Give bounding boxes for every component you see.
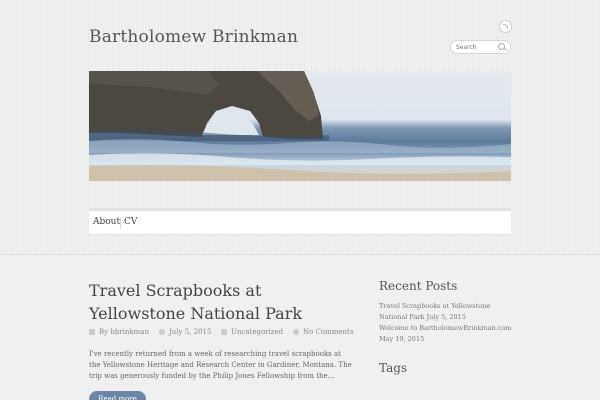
site-title[interactable]: Bartholomew Brinkman	[89, 27, 298, 47]
recent-post-date: May 19, 2015	[379, 334, 425, 343]
list-item: Travel Scrapbooks at Yellowstone Nationa…	[379, 301, 514, 322]
search-input[interactable]	[456, 42, 496, 52]
sea-arch-photo	[89, 71, 511, 181]
read-more-button[interactable]: Read more	[89, 391, 146, 400]
post-title[interactable]: Travel Scrapbooks at Yellowstone Nationa…	[89, 279, 354, 325]
search-box[interactable]	[450, 40, 511, 54]
category-link[interactable]: Uncategorized	[231, 328, 283, 336]
post-date: July 5, 2015	[159, 328, 211, 336]
post-excerpt: I've recently returned from a week of re…	[89, 350, 352, 380]
user-icon	[89, 329, 95, 335]
comments-link[interactable]: No Comments	[303, 328, 353, 336]
nav-item-cv[interactable]: CV	[124, 217, 137, 227]
post-author: By bbrinkman	[89, 328, 149, 336]
rss-icon[interactable]	[499, 20, 512, 33]
tags-title: Tags	[379, 361, 408, 375]
post-comments: No Comments	[293, 328, 353, 336]
header-image	[89, 71, 511, 181]
clock-icon	[159, 329, 165, 335]
post-meta: By bbrinkman July 5, 2015 Uncategorized …	[89, 327, 364, 339]
recent-post-date: July 5, 2015	[426, 312, 466, 321]
main-navigation: About CV	[89, 208, 511, 235]
recent-posts-list: Travel Scrapbooks at Yellowstone Nationa…	[379, 301, 514, 345]
nav-item-about[interactable]: About	[93, 217, 120, 227]
post-category: Uncategorized	[221, 328, 283, 336]
nav-separator	[120, 217, 121, 229]
author-link[interactable]: bbrinkman	[110, 328, 149, 336]
comment-icon	[293, 329, 299, 335]
date-link[interactable]: July 5, 2015	[169, 328, 211, 336]
author-prefix: By	[99, 328, 109, 336]
recent-posts-title: Recent Posts	[379, 279, 458, 293]
list-item: Welcome to BartholomewBrinkman.com May 1…	[379, 323, 514, 344]
search-icon[interactable]	[498, 43, 505, 50]
tag-icon	[221, 329, 227, 335]
recent-post-link[interactable]: Welcome to BartholomewBrinkman.com	[379, 324, 511, 332]
